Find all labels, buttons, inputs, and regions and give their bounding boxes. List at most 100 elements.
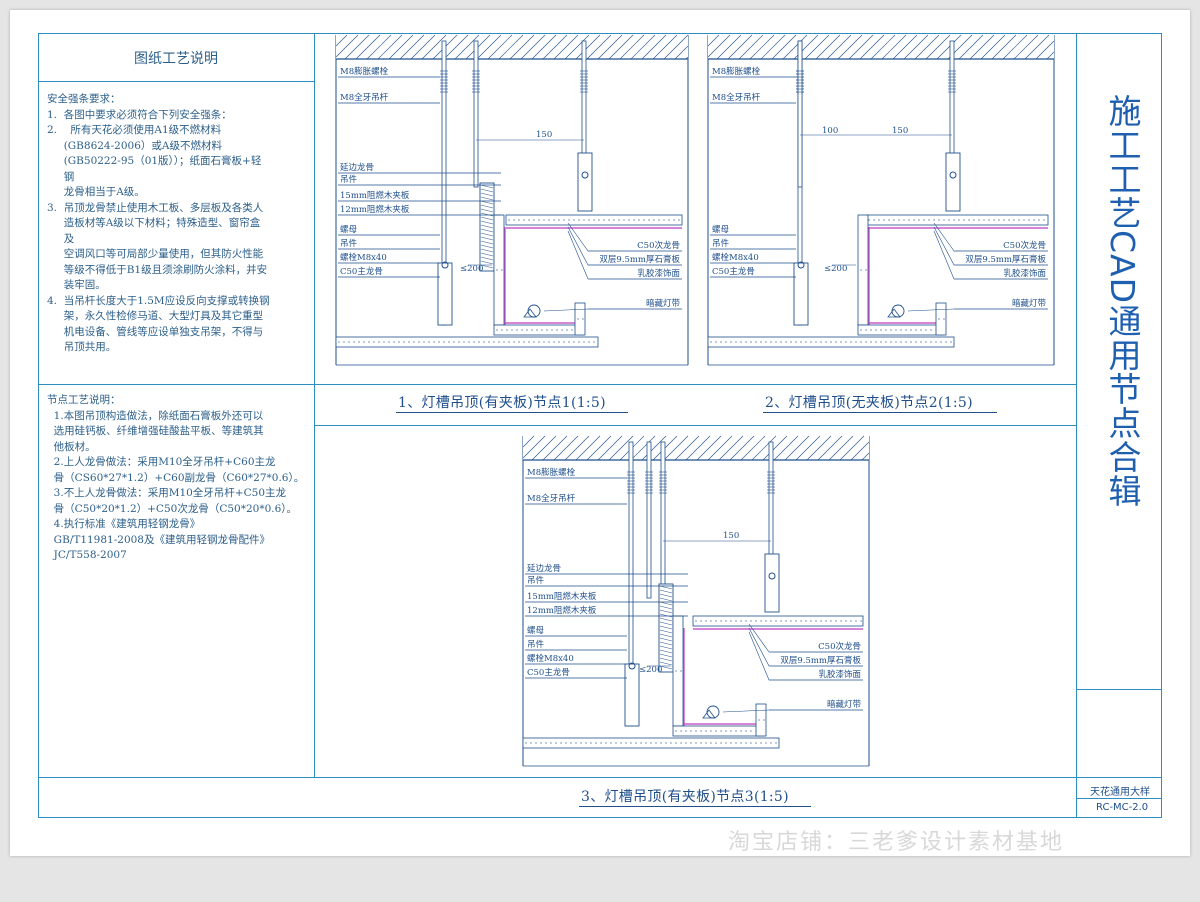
board-fill — [603, 219, 605, 221]
board-fill — [948, 219, 950, 221]
board-fill — [860, 620, 862, 622]
board-fill — [825, 341, 827, 343]
board-fill — [885, 341, 887, 343]
board-fill — [1038, 219, 1040, 221]
board-fill — [605, 742, 607, 744]
board-fill — [700, 620, 702, 622]
board-fill — [868, 219, 870, 221]
board-fill — [423, 341, 425, 343]
safety-line: 机电设备、管线等应设单独支吊架，不得与 — [47, 325, 264, 338]
board-fill — [453, 341, 455, 343]
safety-line: 龙骨相当于A级。 — [47, 186, 145, 198]
drawing-label: 吊件 — [527, 639, 545, 650]
detail-drawing-1: ≤200 150 M8膨胀螺栓 M8全牙吊杆延边龙骨吊件 15mm阻燃木夹板 12mm阻燃… — [335, 34, 689, 366]
drawing-label: 吊件 — [340, 238, 358, 249]
board-fill — [908, 219, 910, 221]
node-line: GB/T11981-2008及《建筑用轻钢龙骨配件》 — [47, 533, 270, 546]
board-fill — [523, 219, 525, 221]
drawing-label: C50主龙骨 — [527, 667, 570, 678]
notes-title: 图纸工艺说明 — [134, 51, 218, 67]
drawing-label: C50次龙骨 — [818, 641, 861, 652]
safety-line: 1. 各图中要求必须符合下列安全强条： — [47, 108, 232, 121]
dimension-label: ≤200 — [639, 665, 662, 675]
board-fill — [690, 730, 692, 732]
main-keel — [437, 262, 453, 326]
board-fill — [408, 341, 410, 343]
board-fill — [855, 620, 857, 622]
node-line: 1.本图吊顶构造做法，除纸面石膏板外还可以 — [47, 409, 264, 422]
board-fill — [930, 329, 932, 331]
board-fill — [770, 620, 772, 622]
drawing-label: 暗藏灯带 — [646, 298, 681, 309]
board-fill — [705, 730, 707, 732]
board-fill — [770, 341, 772, 343]
board-fill — [918, 219, 920, 221]
drawing-label: M8全牙吊杆 — [340, 92, 389, 103]
board-fill — [580, 742, 582, 744]
board-fill — [595, 742, 597, 744]
light-strip — [891, 304, 905, 318]
board-fill — [585, 742, 587, 744]
board-fill — [720, 730, 722, 732]
drawing-label: 螺栓M8x40 — [712, 252, 759, 263]
board-fill — [993, 219, 995, 221]
board-fill — [648, 219, 650, 221]
board-fill — [550, 742, 552, 744]
main-keel — [945, 152, 961, 212]
board-fill — [735, 620, 737, 622]
board-fill — [438, 341, 440, 343]
board-fill — [958, 219, 960, 221]
board-fill — [943, 219, 945, 221]
board-fill — [825, 620, 827, 622]
board-fill — [730, 742, 732, 744]
board-fill — [945, 341, 947, 343]
board-fill — [745, 742, 747, 744]
drawing-label: C50次龙骨 — [637, 240, 680, 251]
board-fill — [865, 329, 867, 331]
board-fill — [720, 341, 722, 343]
board-fill — [663, 219, 665, 221]
board-fill — [903, 219, 905, 221]
board-fill — [568, 219, 570, 221]
board-fill — [556, 329, 558, 331]
board-fill — [493, 341, 495, 343]
drawing-label: 螺栓M8x40 — [527, 653, 574, 664]
board-fill — [933, 219, 935, 221]
board-fill — [715, 742, 717, 744]
board-fill — [878, 219, 880, 221]
board-fill — [720, 620, 722, 622]
board-fill — [523, 341, 525, 343]
drawing-label: M8膨胀螺栓 — [340, 66, 389, 77]
frame-divider — [38, 777, 1162, 778]
board-fill — [910, 329, 912, 331]
board-fill — [650, 742, 652, 744]
board-fill — [593, 219, 595, 221]
board-fill — [578, 219, 580, 221]
board-fill — [570, 742, 572, 744]
drawing-label: 双层9.5mm厚石膏板 — [780, 655, 861, 666]
board-fill — [373, 341, 375, 343]
board-fill — [577, 318, 579, 320]
board-fill — [675, 670, 677, 672]
main-keel — [764, 553, 780, 613]
board-fill — [758, 719, 760, 721]
board-fill — [730, 341, 732, 343]
board-fill — [735, 742, 737, 744]
board-fill — [765, 620, 767, 622]
frame-divider — [1076, 689, 1162, 690]
frame-divider — [1076, 798, 1162, 799]
board-fill — [750, 341, 752, 343]
safety-line: 吊顶共用。 — [47, 341, 117, 353]
board-fill — [680, 730, 682, 732]
board-fill — [1008, 219, 1010, 221]
board-fill — [590, 742, 592, 744]
dimension-label: ≤200 — [460, 264, 483, 274]
board-fill — [658, 219, 660, 221]
board-fill — [815, 620, 817, 622]
board-fill — [573, 219, 575, 221]
board-fill — [845, 620, 847, 622]
board-fill — [633, 219, 635, 221]
board-fill — [800, 620, 802, 622]
board-fill — [625, 742, 627, 744]
board-fill — [910, 341, 912, 343]
